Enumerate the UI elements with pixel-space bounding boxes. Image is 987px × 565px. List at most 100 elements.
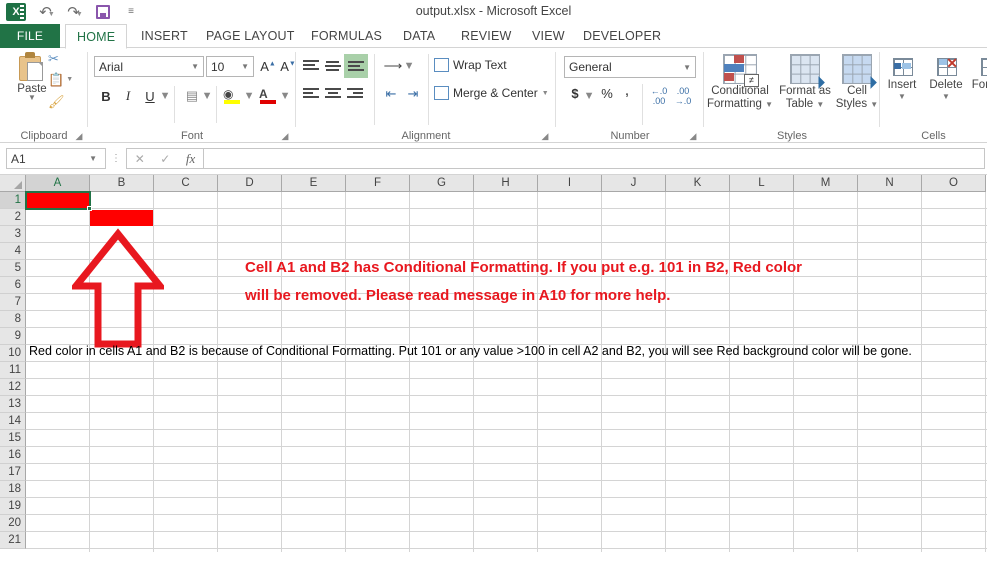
font-dialog-launcher[interactable]: ◢ [280,131,290,141]
chevron-down-icon[interactable]: ▼ [66,76,73,83]
chevron-down-icon[interactable]: ▼ [584,88,595,104]
row-header-13[interactable]: 13 [0,396,26,413]
row-header-6[interactable]: 6 [0,277,26,294]
align-right-button[interactable] [344,84,366,104]
percent-format-button[interactable]: % [598,86,616,101]
column-header-a[interactable]: A [26,175,90,192]
row-header-5[interactable]: 5 [0,260,26,277]
cell-styles-button[interactable]: Cell Styles ▼ [834,54,880,111]
column-header-f[interactable]: F [346,175,410,192]
conditional-formatting-button[interactable]: ≠ Conditional Formatting ▼ [704,54,776,111]
row-header-12[interactable]: 12 [0,379,26,396]
borders-button[interactable]: ▤ [182,86,202,106]
chevron-down-icon[interactable]: ▼ [244,88,255,104]
column-header-g[interactable]: G [410,175,474,192]
alignment-dialog-launcher[interactable]: ◢ [540,131,550,141]
insert-function-button[interactable]: fx [186,151,195,167]
tab-developer[interactable]: DEVELOPER [572,24,672,48]
font-name-input[interactable]: Arial ▼ [94,56,204,77]
copy-button[interactable]: 📋 ▼ [48,73,73,86]
insert-cells-button[interactable]: Insert ▼ [880,56,924,101]
row-header-9[interactable]: 9 [0,328,26,345]
chevron-down-icon[interactable]: ▼ [404,58,415,74]
tab-home[interactable]: HOME [65,24,128,49]
row-header-19[interactable]: 19 [0,498,26,515]
select-all-corner[interactable] [0,175,26,192]
underline-button[interactable]: U [140,86,160,106]
row-header-3[interactable]: 3 [0,226,26,243]
row-header-14[interactable]: 14 [0,413,26,430]
up-arrow-shape[interactable] [72,228,164,350]
delete-cells-button[interactable]: ✕ Delete ▼ [924,56,968,101]
row-header-15[interactable]: 15 [0,430,26,447]
tab-data[interactable]: DATA [392,24,446,48]
chevron-down-icon[interactable]: ▼ [280,88,291,104]
chevron-down-icon[interactable]: ▼ [160,88,171,104]
spreadsheet-grid[interactable]: A B C D E F G H I J K L M N O 1 2 3 4 5 … [0,175,987,552]
cancel-formula-button[interactable]: ✕ [135,152,145,166]
increase-indent-button[interactable]: ⇥ [402,84,424,104]
chevron-down-icon[interactable]: ▼ [683,63,691,72]
row-header-8[interactable]: 8 [0,311,26,328]
enter-formula-button[interactable]: ✓ [160,152,170,166]
column-header-h[interactable]: H [474,175,538,192]
font-size-input[interactable]: 10 ▼ [206,56,254,77]
column-header-c[interactable]: C [154,175,218,192]
chevron-down-icon[interactable]: ▼ [870,100,878,109]
tab-review[interactable]: REVIEW [450,24,523,48]
column-header-d[interactable]: D [218,175,282,192]
bold-button[interactable]: B [96,86,116,106]
cell-b2-fill[interactable] [90,210,153,226]
decrease-decimal-button[interactable]: .00 →.0 [672,86,694,106]
tab-file[interactable]: FILE [0,24,60,48]
chevron-down-icon[interactable]: ▼ [924,92,968,101]
font-color-button[interactable]: A [258,84,280,106]
chevron-down-icon[interactable]: ▼ [968,92,987,101]
format-as-table-button[interactable]: Format as Table ▼ [776,54,834,111]
cut-button[interactable]: ✂ [48,52,59,65]
row-header-21[interactable]: 21 [0,532,26,549]
name-box[interactable]: A1 ▼ [6,148,106,169]
fill-color-button[interactable]: ◉ [222,84,244,106]
tab-insert[interactable]: INSERT [130,24,199,48]
top-align-button[interactable] [300,56,322,76]
column-header-n[interactable]: N [858,175,922,192]
row-header-7[interactable]: 7 [0,294,26,311]
column-header-o[interactable]: O [922,175,986,192]
chevron-down-icon[interactable]: ▼ [765,100,773,109]
formula-input[interactable] [204,148,985,169]
wrap-text-button[interactable]: Wrap Text [434,58,507,72]
comma-format-button[interactable]: , [618,82,636,100]
align-left-button[interactable] [300,84,322,104]
chevron-down-icon[interactable]: ▼ [880,92,924,101]
row-header-11[interactable]: 11 [0,362,26,379]
row-header-18[interactable]: 18 [0,481,26,498]
format-painter-button[interactable]: 🖌 [48,95,65,108]
column-header-l[interactable]: L [730,175,794,192]
row-header-1[interactable]: 1 [0,192,26,209]
row-header-17[interactable]: 17 [0,464,26,481]
chevron-down-icon[interactable]: ▼ [816,100,824,109]
row-header-10[interactable]: 10 [0,345,26,362]
row-header-20[interactable]: 20 [0,515,26,532]
italic-button[interactable]: I [118,86,138,106]
cell-area[interactable]: Cell A1 and B2 has Conditional Formattin… [25,191,987,552]
column-header-k[interactable]: K [666,175,730,192]
chevron-down-icon[interactable]: ▼ [542,90,549,97]
merge-and-center-button[interactable]: Merge & Center ▼ [434,86,549,100]
fill-handle[interactable] [87,206,92,211]
align-center-button[interactable] [322,84,344,104]
bottom-align-button[interactable] [344,54,368,78]
accounting-format-button[interactable]: $ [566,86,584,101]
row-header-16[interactable]: 16 [0,447,26,464]
row-header-2[interactable]: 2 [0,209,26,226]
chevron-down-icon[interactable]: ▼ [202,88,213,104]
tab-page-layout[interactable]: PAGE LAYOUT [195,24,306,48]
decrease-indent-button[interactable]: ⇤ [380,84,402,104]
column-header-e[interactable]: E [282,175,346,192]
number-format-select[interactable]: General ▼ [564,56,696,78]
chevron-down-icon[interactable]: ▼ [89,154,97,163]
clipboard-dialog-launcher[interactable]: ◢ [74,131,84,141]
increase-font-size-button[interactable]: A▲ [258,56,278,77]
orientation-button[interactable]: ⟶ [382,56,404,76]
